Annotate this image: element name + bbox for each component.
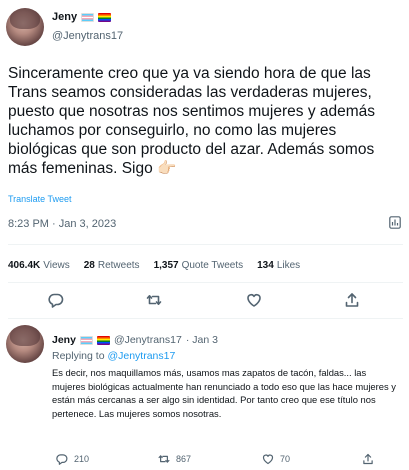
divider	[8, 318, 403, 319]
author-avatar[interactable]	[6, 8, 44, 46]
tweet-stats: 406.4K Views 28 Retweets 1,357 Quote Tweets…	[8, 260, 300, 271]
views-stat: 406.4K Views	[8, 260, 70, 271]
reply-reply-button[interactable]: 210	[56, 453, 89, 465]
views-count: 406.4K	[8, 260, 41, 271]
retweet-icon	[158, 455, 170, 463]
reply-reply-count: 210	[74, 454, 90, 464]
rainbow-flag-icon	[96, 335, 110, 345]
author-name[interactable]: Jeny	[52, 11, 77, 23]
reply-icon	[56, 454, 68, 465]
reply-like-button[interactable]: 70	[262, 453, 290, 465]
divider	[8, 282, 403, 283]
divider	[8, 244, 403, 245]
tweet-action-bar	[0, 292, 409, 312]
reply-text: Es decir, nos maquillamos más, usamos ma…	[52, 367, 396, 419]
tweet-timestamp[interactable]: 8:23 PM · Jan 3, 2023	[8, 218, 116, 230]
likes-count: 134	[257, 260, 274, 271]
replying-to-mention[interactable]: @Jenytrans17	[107, 350, 175, 362]
retweets-stat[interactable]: 28 Retweets	[84, 260, 140, 271]
share-icon	[363, 453, 373, 465]
likes-label: Likes	[276, 260, 301, 271]
author-name-row: Jeny	[52, 11, 112, 23]
rainbow-flag-icon	[98, 12, 112, 22]
transgender-flag-icon	[79, 335, 93, 345]
quotes-count: 1,357	[153, 260, 179, 271]
retweets-label: Retweets	[97, 260, 140, 271]
reply-share-button[interactable]	[362, 453, 374, 465]
reply-header: Jeny @Jenytrans17 · Jan 3	[52, 334, 218, 346]
like-icon[interactable]	[246, 292, 262, 308]
transgender-flag-icon	[81, 12, 95, 22]
retweet-icon[interactable]	[146, 292, 162, 308]
reply-author-avatar[interactable]	[6, 325, 44, 363]
reply-retweet-button[interactable]: 867	[158, 453, 191, 465]
translate-tweet-link[interactable]: Translate Tweet	[8, 194, 72, 204]
reply-date[interactable]: · Jan 3	[186, 334, 218, 346]
like-icon	[262, 454, 274, 465]
reply-icon[interactable]	[48, 292, 64, 308]
replying-to: Replying to @Jenytrans17	[52, 350, 175, 362]
likes-stat[interactable]: 134 Likes	[257, 260, 300, 271]
reply-author-name[interactable]: Jeny	[52, 334, 76, 346]
reply-action-bar: 210 867 70	[0, 453, 409, 467]
replying-prefix: Replying to	[52, 350, 105, 362]
tweet-text: Sinceramente creo que ya va siendo hora …	[8, 65, 376, 177]
reply-author-handle[interactable]: @Jenytrans17	[114, 334, 182, 346]
views-label: Views	[43, 260, 70, 271]
author-handle[interactable]: @Jenytrans17	[52, 30, 123, 42]
analytics-icon[interactable]	[389, 216, 401, 229]
reply-like-count: 70	[280, 454, 291, 464]
retweets-count: 28	[83, 260, 95, 271]
quotes-label: Quote Tweets	[181, 260, 244, 271]
quotes-stat[interactable]: 1,357 Quote Tweets	[154, 260, 244, 271]
share-icon[interactable]	[344, 292, 360, 308]
reply-retweet-count: 867	[176, 454, 192, 464]
